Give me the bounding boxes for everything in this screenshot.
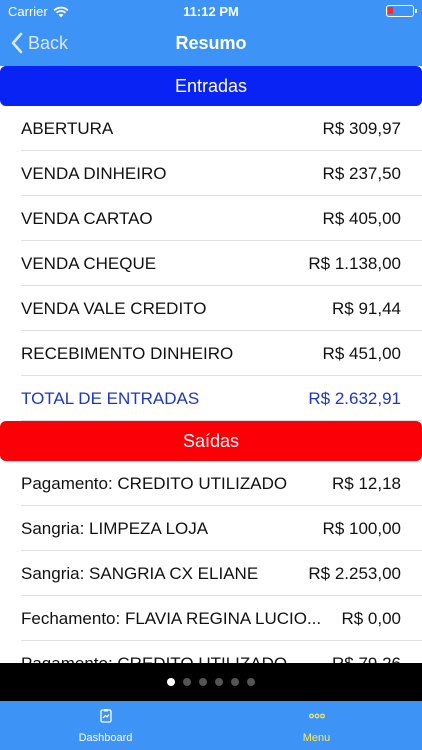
page-dot-4[interactable] [215,678,223,686]
page-dot-6[interactable] [247,678,255,686]
item-value: R$ 1.138,00 [308,253,401,273]
total-label: TOTAL DE ENTRADAS [21,388,200,408]
tab-menu[interactable]: Menu [211,701,422,750]
item-value: R$ 91,44 [332,298,401,318]
item-value: R$ 100,00 [322,518,401,538]
list-item[interactable]: Fechamento: FLAVIA REGINA LUCIO... R$ 0,… [0,596,422,641]
page-indicator[interactable] [0,663,422,701]
tab-dashboard-label: Dashboard [78,731,133,744]
saidas-header-label: Saídas [182,430,240,451]
entradas-header-label: Entradas [174,75,248,96]
item-value: R$ 309,97 [322,118,401,138]
list-item[interactable]: Sangria: LIMPEZA LOJA R$ 100,00 [0,506,422,551]
item-label: VENDA CARTAO [21,208,153,228]
tab-bar: Dashboard Menu [0,701,422,750]
item-label: Sangria: LIMPEZA LOJA [21,518,209,538]
item-value: R$ 405,00 [322,208,401,228]
summary-list[interactable]: Entradas ABERTURA R$ 309,97 VENDA DINHEI… [0,66,422,663]
item-label: VENDA DINHEIRO [21,163,167,183]
list-item[interactable]: VENDA VALE CREDITO R$ 91,44 [0,286,422,331]
list-item[interactable]: RECEBIMENTO DINHEIRO R$ 451,00 [0,331,422,376]
item-value: R$ 237,50 [322,163,401,183]
item-value: R$ 0,00 [341,608,401,628]
tab-menu-label: Menu [302,731,331,744]
menu-dots-icon [308,713,325,718]
navigation-bar: Back Resumo [0,22,422,66]
item-label: Pagamento: CREDITO UTILIZADO [21,473,288,493]
total-value: R$ 2.632,91 [308,388,401,408]
top-bar: Carrier 11:12 PM Back Resumo [0,0,422,66]
battery-icon [386,5,417,17]
page-dot-3[interactable] [199,678,207,686]
list-item[interactable]: VENDA CARTAO R$ 405,00 [0,196,422,241]
item-label: ABERTURA [21,118,114,138]
list-item[interactable]: VENDA CHEQUE R$ 1.138,00 [0,241,422,286]
item-label: Fechamento: FLAVIA REGINA LUCIO... [21,608,322,628]
item-label: VENDA VALE CREDITO [21,298,207,318]
entradas-total-row[interactable]: TOTAL DE ENTRADAS R$ 2.632,91 [0,376,422,421]
item-label: VENDA CHEQUE [21,253,157,273]
entradas-header: Entradas [0,66,422,106]
item-label: RECEBIMENTO DINHEIRO [21,343,234,363]
list-item[interactable]: VENDA DINHEIRO R$ 237,50 [0,151,422,196]
item-value: R$ 79,26 [332,653,401,664]
saidas-header: Saídas [0,421,422,461]
item-value: R$ 12,18 [332,473,401,493]
item-value: R$ 451,00 [322,343,401,363]
list-item[interactable]: Pagamento: CREDITO UTILIZADO R$ 12,18 [0,461,422,506]
list-item[interactable]: Pagamento: CREDITO UTILIZADO R$ 79,26 [0,641,422,664]
battery-level [388,7,393,14]
list-item[interactable]: Sangria: SANGRIA CX ELIANE R$ 2.253,00 [0,551,422,596]
page-title: Resumo [175,33,247,53]
page-dot-2[interactable] [183,678,191,686]
page-dot-1[interactable] [167,678,175,686]
status-bar: Carrier 11:12 PM [0,0,422,22]
tab-dashboard[interactable]: Dashboard [0,701,211,750]
item-label: Pagamento: CREDITO UTILIZADO [21,653,288,664]
dashboard-icon [99,708,112,723]
item-value: R$ 2.253,00 [308,563,401,583]
item-label: Sangria: SANGRIA CX ELIANE [21,563,259,583]
list-item[interactable]: ABERTURA R$ 309,97 [0,106,422,151]
clock: 11:12 PM [183,4,239,19]
page-dot-5[interactable] [231,678,239,686]
